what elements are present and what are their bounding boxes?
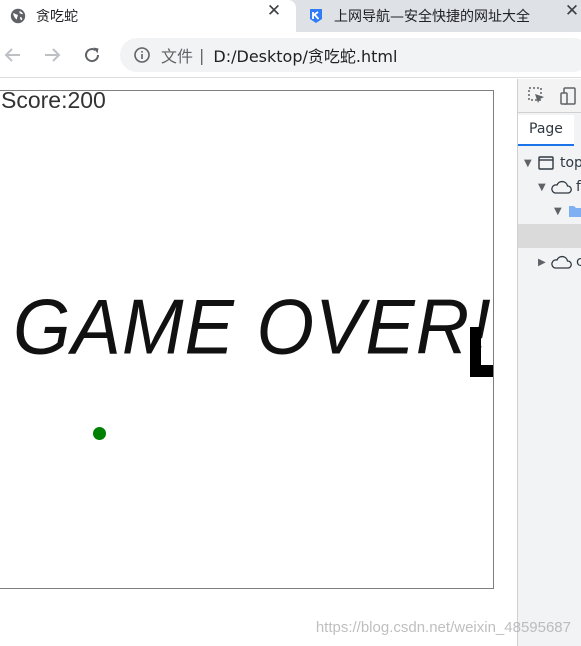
separator: |: [199, 45, 205, 65]
tree-item-selected[interactable]: [518, 224, 581, 248]
url-text[interactable]: D:/Desktop/贪吃蛇.html: [213, 43, 397, 67]
tab-snake-game[interactable]: 贪吃蛇 ✕: [0, 0, 296, 32]
inspect-element-icon[interactable]: [527, 86, 547, 106]
close-tab-icon[interactable]: ✕: [266, 3, 282, 20]
close-tab-icon[interactable]: ✕: [564, 3, 580, 20]
page-viewport: Score:200 GAME OVER!: [0, 79, 517, 646]
reload-icon[interactable]: [80, 43, 104, 67]
tree-item-cloud[interactable]: ▶ c: [538, 251, 581, 273]
tree-label: top: [560, 155, 581, 171]
browser-toolbar: 文件 | D:/Desktop/贪吃蛇.html: [0, 32, 581, 78]
expand-triangle-icon[interactable]: ▼: [524, 158, 536, 169]
tree-item-frame[interactable]: ▼ f: [538, 176, 581, 198]
tree-item-top[interactable]: ▼ top: [524, 152, 581, 174]
tree-label: c: [576, 254, 581, 270]
globe-icon: [10, 8, 26, 24]
tab-navigation-site[interactable]: 上网导航—安全快捷的网址大全 ✕: [296, 0, 581, 32]
collapse-triangle-icon[interactable]: ▶: [538, 257, 550, 268]
score-label: Score:200: [1, 90, 106, 113]
frame-icon: [538, 156, 554, 170]
forward-arrow-icon[interactable]: [40, 43, 64, 67]
file-scheme-label: 文件: [161, 47, 194, 66]
cloud-icon: [551, 180, 572, 194]
cloud-icon: [551, 255, 572, 269]
game-canvas[interactable]: Score:200 GAME OVER!: [0, 90, 494, 589]
tab-title: 上网导航—安全快捷的网址大全: [334, 9, 530, 25]
expand-triangle-icon[interactable]: ▼: [538, 182, 550, 193]
device-toggle-icon[interactable]: [559, 86, 579, 106]
devtools-panel: Page ▼ top ▼ f ▼ ▶ c: [517, 79, 581, 646]
tab-title: 贪吃蛇: [36, 9, 78, 25]
tab-page[interactable]: Page: [518, 115, 574, 146]
snake-body: [470, 327, 493, 377]
address-bar[interactable]: 文件 | D:/Desktop/贪吃蛇.html: [120, 38, 581, 72]
watermark: https://blog.csdn.net/weixin_48595687: [315, 619, 571, 636]
game-over-text: GAME OVER!: [13, 282, 492, 371]
k-logo-icon: [310, 9, 322, 23]
folder-icon: [569, 206, 581, 217]
food-dot: [93, 427, 106, 440]
tree-label: f: [576, 179, 581, 195]
info-icon[interactable]: [133, 46, 151, 64]
tree-item-folder[interactable]: ▼: [554, 200, 581, 222]
expand-triangle-icon[interactable]: ▼: [554, 206, 566, 217]
tab-strip: 贪吃蛇 ✕ 上网导航—安全快捷的网址大全 ✕: [0, 0, 581, 32]
back-arrow-icon[interactable]: [1, 43, 25, 67]
devtools-toolbar: [518, 79, 581, 113]
